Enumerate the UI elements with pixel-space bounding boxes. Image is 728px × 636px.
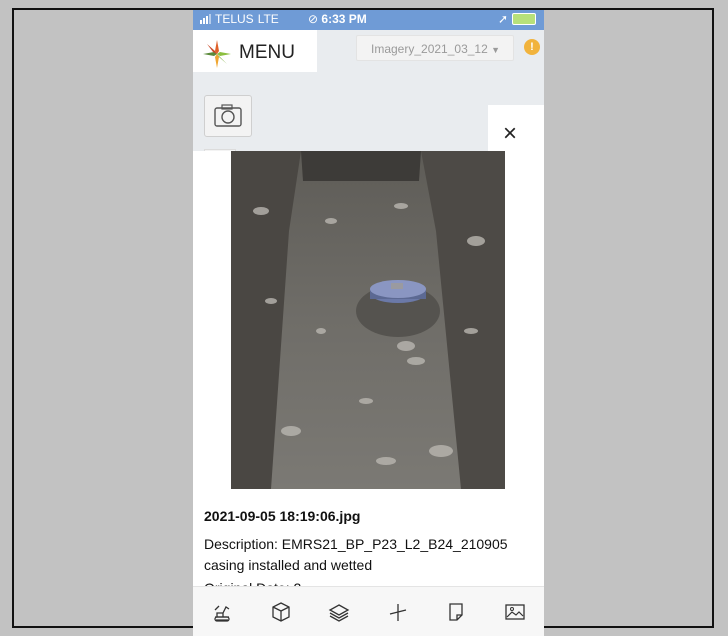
time-label: 6:33 PM [321,12,367,26]
photo-filename: 2021-09-05 18:19:06.jpg [204,508,361,524]
caret-down-icon: ▼ [491,45,501,55]
modal-body: 2021-09-05 18:19:06.jpg Description: EMR… [193,151,544,599]
document-icon[interactable] [445,601,467,623]
photo-modal: × 2021-09-05 18:19:06.jpg Description: E… [193,105,544,636]
status-bar: TELUS LTE ⊘ 6:33 PM ➚ [193,10,544,30]
close-button[interactable]: × [503,122,517,146]
app-header: MENU Imagery_2021_03_12 ▼ ! [193,30,544,92]
menu-button[interactable]: MENU [193,30,317,72]
battery-icon [512,13,536,25]
logo-icon [203,40,231,68]
link-icon: ⊘ [308,12,319,26]
measure-icon[interactable] [387,601,409,623]
location-arrow-icon: ➚ [497,12,508,26]
excavator-icon[interactable] [211,601,233,623]
bottom-toolbar [193,586,544,636]
status-time: ⊘ 6:33 PM [308,12,367,26]
status-right: ➚ [498,12,536,26]
warning-icon[interactable]: ! [524,39,540,55]
imagery-select[interactable]: Imagery_2021_03_12 ▼ [356,35,514,61]
trench-photo[interactable] [231,151,505,489]
menu-label: MENU [239,42,295,63]
signal-icon [200,14,211,24]
imagery-select-value: Imagery_2021_03_12 [371,42,488,56]
photo-description: Description: EMRS21_BP_P23_L2_B24_210905… [204,536,508,573]
image-icon[interactable] [504,601,526,623]
phone-screen: TELUS LTE ⊘ 6:33 PM ➚ MENU Imagery_2021_… [193,10,544,636]
network-label: LTE [257,12,279,26]
status-left: TELUS LTE [200,12,279,26]
layers-icon[interactable] [328,601,350,623]
cube-icon[interactable] [270,601,292,623]
carrier-label: TELUS [215,12,254,26]
